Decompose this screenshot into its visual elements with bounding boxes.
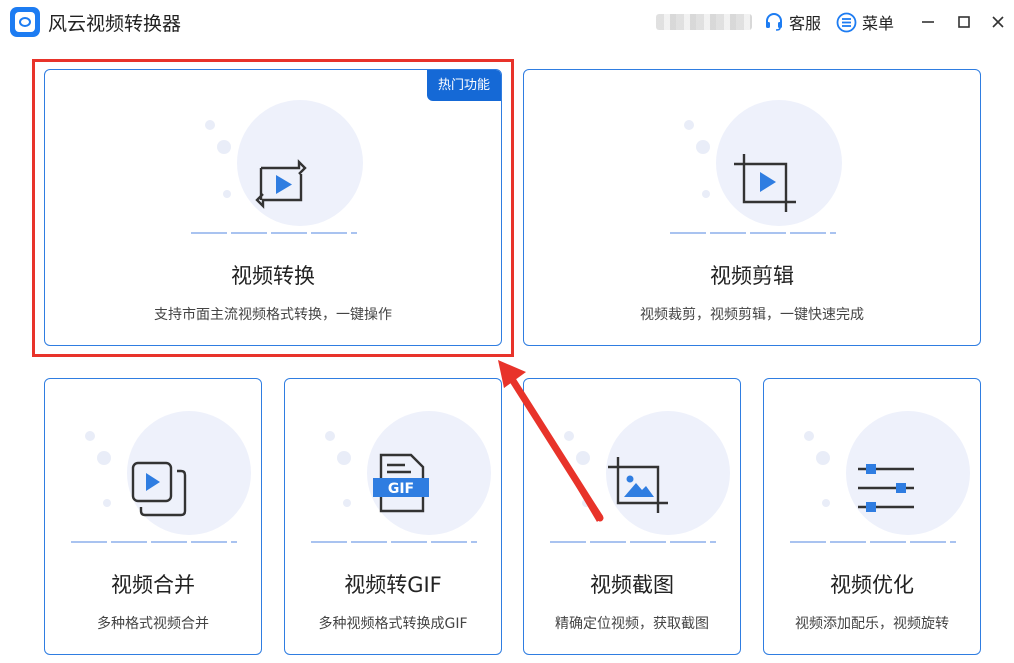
- user-account-blurred[interactable]: [656, 14, 752, 30]
- card-video-merge[interactable]: 视频合并 多种格式视频合并: [44, 378, 262, 655]
- gif-file-icon: GIF: [373, 453, 429, 513]
- app-title: 风云视频转换器: [48, 13, 182, 35]
- sliders-icon: [858, 464, 914, 512]
- customer-service-button[interactable]: 客服: [764, 10, 821, 34]
- menu-label: 菜单: [862, 14, 895, 33]
- minimize-icon[interactable]: [918, 12, 938, 32]
- headset-icon: [766, 13, 782, 31]
- card-title: 视频截图: [590, 573, 674, 597]
- gif-icon-label: GIF: [388, 481, 414, 497]
- card-video-edit[interactable]: 视频剪辑 视频裁剪，视频剪辑，一键快速完成: [523, 69, 981, 346]
- card-title: 视频剪辑: [710, 264, 794, 288]
- card-video-gif[interactable]: GIF 视频转GIF 多种视频格式转换成GIF: [284, 378, 502, 655]
- customer-service-label: 客服: [789, 14, 822, 33]
- maximize-icon[interactable]: [954, 12, 974, 32]
- merge-video-icon: [131, 461, 187, 517]
- card-description: 视频裁剪，视频剪辑，一键快速完成: [640, 307, 864, 323]
- card-video-screenshot[interactable]: 视频截图 精确定位视频，获取截图: [523, 378, 741, 655]
- crop-image-icon: [608, 457, 668, 513]
- close-icon[interactable]: [988, 12, 1008, 32]
- card-title: 视频优化: [830, 573, 914, 597]
- card-description: 多种视频格式转换成GIF: [318, 616, 468, 632]
- card-title: 视频转GIF: [344, 573, 442, 597]
- menu-button[interactable]: 菜单: [836, 10, 894, 34]
- menu-list-icon: [836, 12, 857, 32]
- card-video-optimize[interactable]: 视频优化 视频添加配乐，视频旋转: [763, 378, 981, 655]
- card-description: 精确定位视频，获取截图: [555, 616, 709, 632]
- app-logo-icon: [10, 7, 40, 37]
- title-bar: 风云视频转换器 客服 菜单: [0, 0, 1014, 46]
- annotation-highlight-box: [32, 59, 514, 357]
- crop-video-icon: [734, 154, 796, 212]
- card-description: 多种格式视频合并: [97, 616, 209, 632]
- card-title: 视频合并: [111, 573, 195, 597]
- card-description: 视频添加配乐，视频旋转: [795, 616, 949, 632]
